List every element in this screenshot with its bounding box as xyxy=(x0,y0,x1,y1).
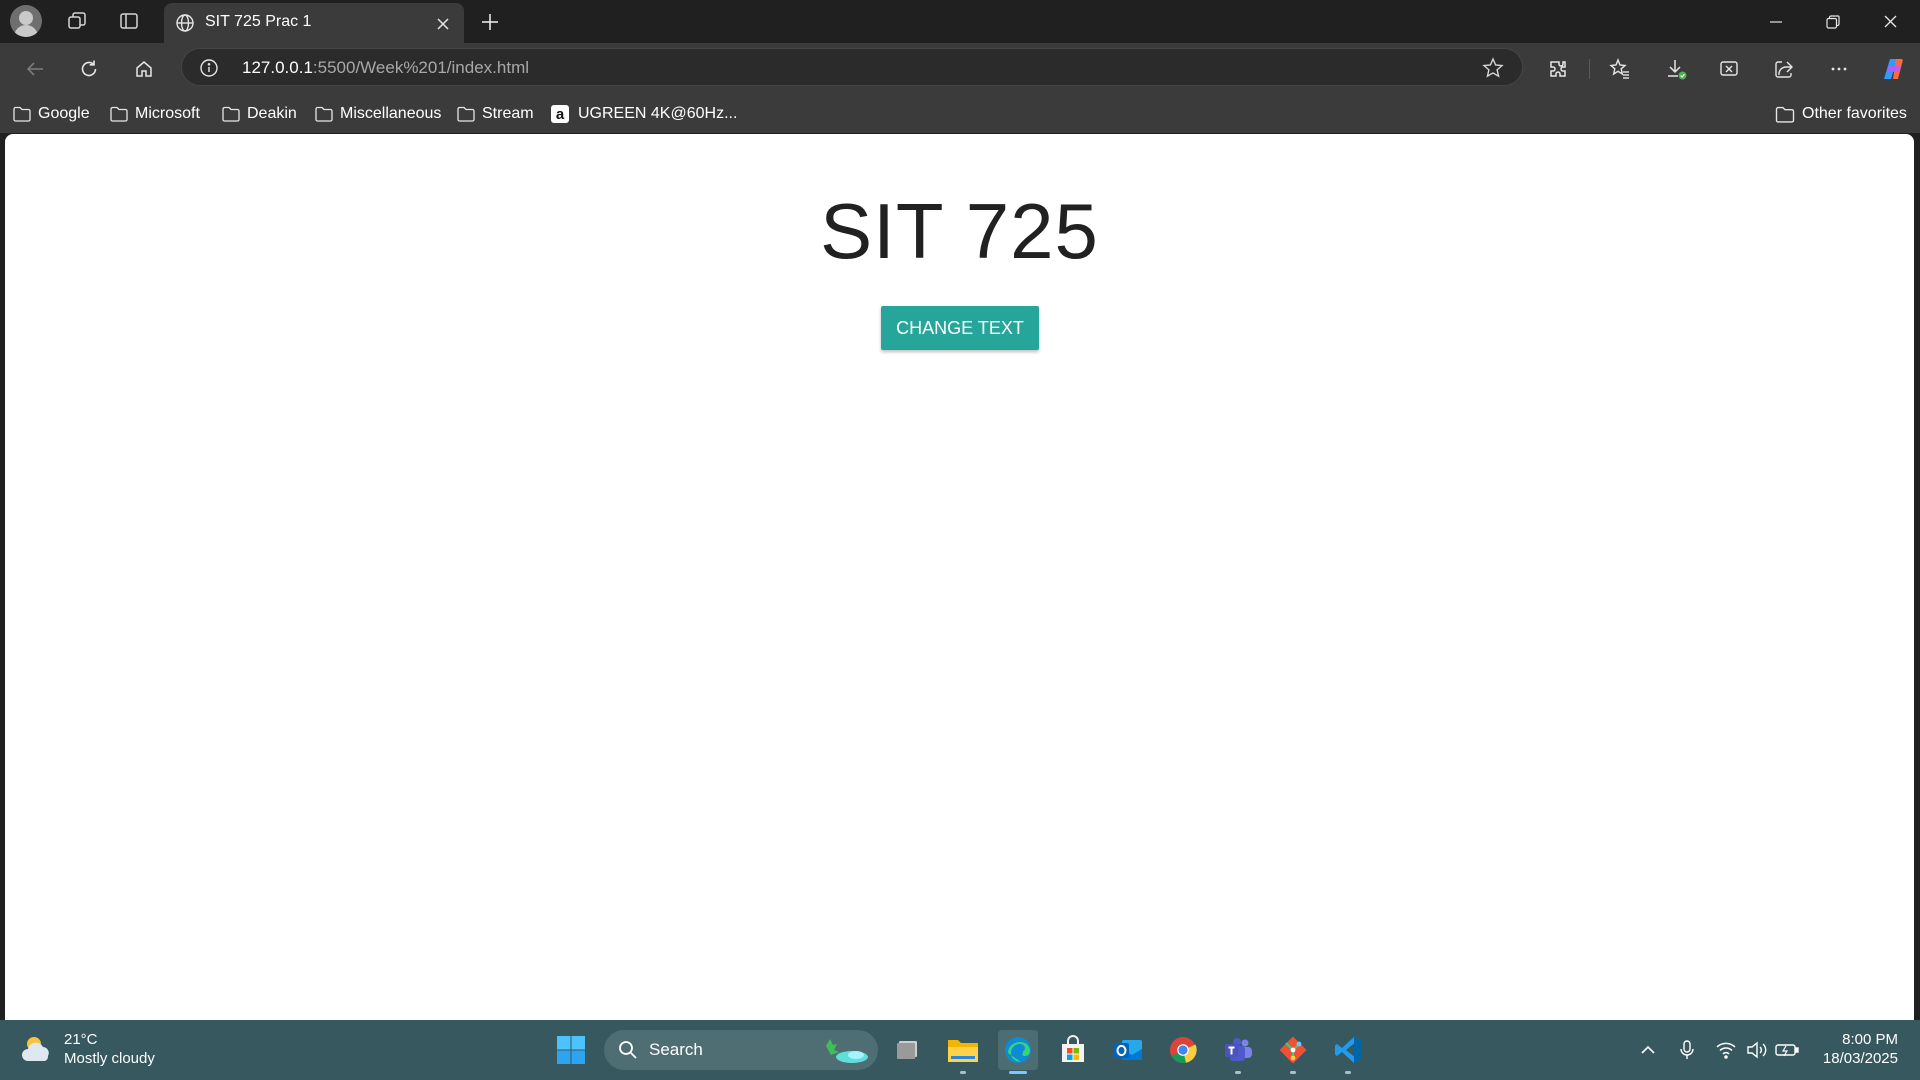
teams-icon[interactable] xyxy=(1218,1030,1258,1074)
folder-icon xyxy=(110,106,128,122)
bookmark-folder-google[interactable]: Google xyxy=(13,101,90,127)
vscode-icon[interactable] xyxy=(1328,1030,1368,1074)
bookmark-folder-deakin[interactable]: Deakin xyxy=(222,101,297,127)
extensions-icon[interactable] xyxy=(1541,53,1575,85)
system-clock[interactable]: 8:00 PM 18/03/2025 xyxy=(1823,1030,1898,1068)
navigation-bar: 127.0.0.1:5500/Week%201/index.html xyxy=(0,43,1920,93)
weather-description: Mostly cloudy xyxy=(64,1050,155,1067)
windows-taskbar: 21°C Mostly cloudy Search 8:00 PM 18/03/… xyxy=(0,1020,1920,1080)
battery-icon[interactable] xyxy=(1775,1038,1799,1062)
running-indicator xyxy=(960,1071,966,1074)
search-icon xyxy=(618,1040,638,1060)
amazon-icon: a xyxy=(551,105,569,123)
page-heading: SIT 725 xyxy=(820,187,1099,275)
folder-icon xyxy=(315,106,333,122)
copilot-icon[interactable] xyxy=(1876,53,1910,85)
close-window-button[interactable] xyxy=(1862,0,1918,43)
bookmark-other-favorites[interactable]: Other favorites xyxy=(1775,101,1907,127)
microphone-icon[interactable] xyxy=(1675,1038,1699,1062)
favorite-star-icon[interactable] xyxy=(1482,57,1504,79)
new-tab-button[interactable] xyxy=(476,8,504,36)
url-host: 127.0.0.1 xyxy=(242,58,313,77)
more-options-icon[interactable] xyxy=(1822,53,1856,85)
clock-date: 18/03/2025 xyxy=(1822,1050,1898,1067)
bookmark-folder-microsoft[interactable]: Microsoft xyxy=(110,101,200,127)
folder-icon xyxy=(13,106,31,122)
weather-widget[interactable]: 21°C Mostly cloudy xyxy=(20,1030,155,1068)
folder-icon xyxy=(457,106,475,122)
site-info-icon[interactable] xyxy=(199,58,219,78)
url-path: :5500/Week%201/index.html xyxy=(312,58,530,77)
change-text-button[interactable]: CHANGE TEXT xyxy=(881,306,1039,350)
favorites-icon[interactable] xyxy=(1603,53,1637,85)
active-indicator xyxy=(1009,1071,1027,1074)
git-icon[interactable] xyxy=(1273,1030,1313,1074)
running-indicator xyxy=(1345,1071,1351,1074)
volume-icon[interactable] xyxy=(1745,1038,1769,1062)
chrome-icon[interactable] xyxy=(1163,1030,1203,1070)
bookmark-label: Microsoft xyxy=(135,105,200,122)
back-button[interactable] xyxy=(18,53,52,85)
bookmark-label: Google xyxy=(38,105,90,122)
globe-icon xyxy=(175,13,195,33)
task-view-icon[interactable] xyxy=(888,1030,928,1070)
start-icon[interactable] xyxy=(551,1030,591,1070)
home-button[interactable] xyxy=(127,53,161,85)
bookmark-label: UGREEN 4K@60Hz... xyxy=(578,105,738,122)
toolbar-separator xyxy=(1589,59,1590,79)
minimize-button[interactable] xyxy=(1748,0,1804,43)
search-label: Search xyxy=(649,1040,703,1059)
outlook-icon[interactable] xyxy=(1108,1030,1148,1070)
restore-button[interactable] xyxy=(1805,0,1861,43)
folder-icon xyxy=(222,106,240,122)
weather-temperature: 21°C xyxy=(64,1031,98,1048)
tab-title: SIT 725 Prac 1 xyxy=(205,13,312,30)
running-indicator xyxy=(1290,1071,1296,1074)
edge-icon[interactable] xyxy=(998,1030,1038,1074)
downloads-icon[interactable] xyxy=(1659,53,1693,85)
vertical-tabs-icon[interactable] xyxy=(113,6,145,36)
bookmark-folder-stream[interactable]: Stream xyxy=(457,101,534,127)
url-text[interactable]: 127.0.0.1:5500/Week%201/index.html xyxy=(242,58,529,78)
bookmark-label: Deakin xyxy=(247,105,297,122)
tab-close-icon[interactable] xyxy=(432,13,454,35)
screenshot-icon[interactable] xyxy=(1712,53,1746,85)
search-highlight-icon xyxy=(812,1036,872,1064)
running-indicator xyxy=(1235,1071,1241,1074)
workspaces-icon[interactable] xyxy=(61,6,93,36)
address-bar[interactable]: 127.0.0.1:5500/Week%201/index.html xyxy=(181,48,1523,86)
file-explorer-icon[interactable] xyxy=(943,1030,983,1074)
bookmark-label: Stream xyxy=(482,105,534,122)
page-viewport: SIT 725 CHANGE TEXT xyxy=(5,134,1914,1020)
browser-title-bar: SIT 725 Prac 1 xyxy=(0,0,1920,43)
share-icon[interactable] xyxy=(1767,53,1801,85)
bookmark-ugreen[interactable]: a UGREEN 4K@60Hz... xyxy=(551,101,737,127)
bookmarks-bar: Google Microsoft Deakin Miscellaneous St… xyxy=(0,93,1920,133)
folder-icon xyxy=(1775,106,1795,123)
profile-avatar-icon[interactable] xyxy=(10,5,42,37)
cloudy-weather-icon xyxy=(20,1033,56,1065)
ms-store-icon[interactable] xyxy=(1053,1030,1093,1070)
chevron-up-icon[interactable] xyxy=(1636,1038,1660,1062)
taskbar-search[interactable]: Search xyxy=(604,1030,878,1070)
wifi-icon[interactable] xyxy=(1714,1038,1738,1062)
bookmark-label: Miscellaneous xyxy=(340,105,442,122)
refresh-button[interactable] xyxy=(72,53,106,85)
bookmark-label: Other favorites xyxy=(1802,105,1907,122)
clock-time: 8:00 PM xyxy=(1842,1031,1898,1048)
bookmark-folder-miscellaneous[interactable]: Miscellaneous xyxy=(315,101,441,127)
browser-tab-active[interactable]: SIT 725 Prac 1 xyxy=(164,3,464,43)
